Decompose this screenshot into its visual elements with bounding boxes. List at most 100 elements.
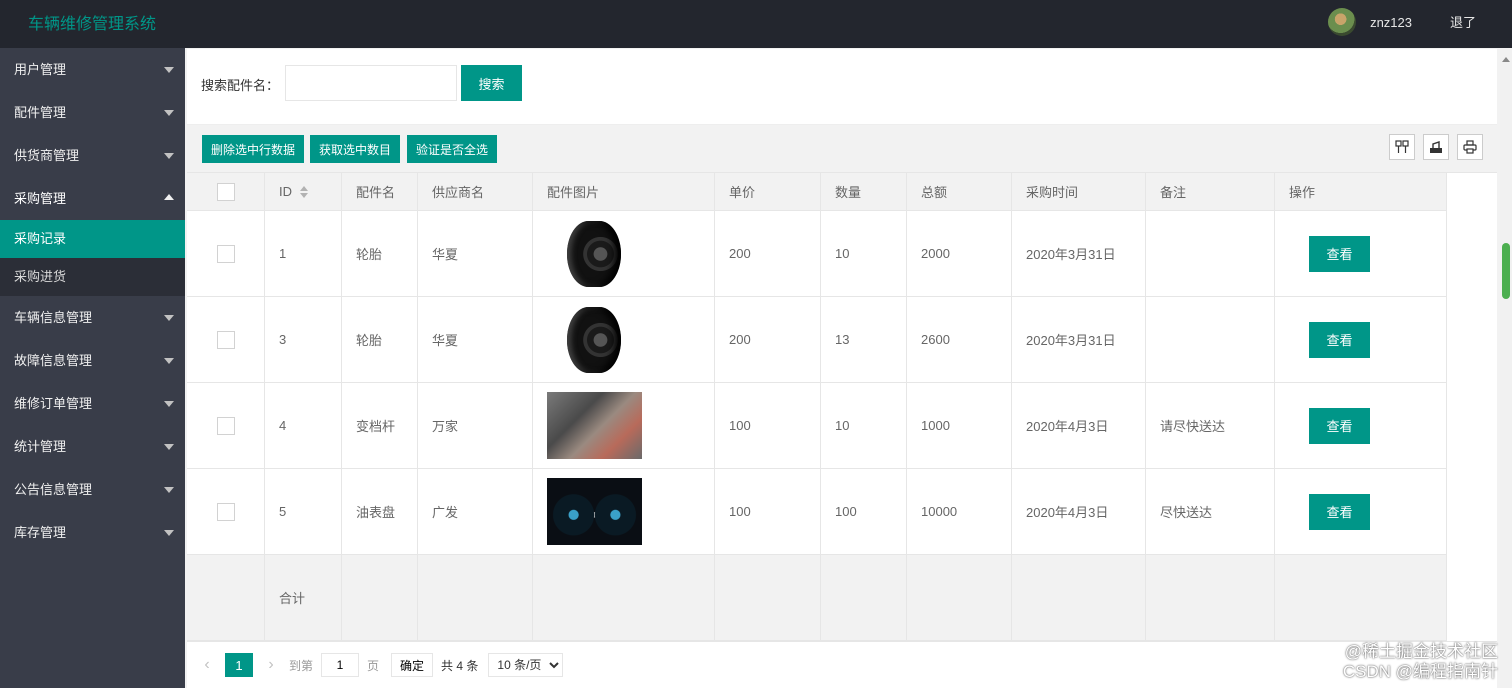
goto-confirm-button[interactable]: 确定 xyxy=(391,653,434,677)
row-checkbox[interactable] xyxy=(217,416,235,435)
main-content: 搜索配件名： 搜索 删除选中行数据 获取选中数目 验证是否全选 ID 配件名 供… xyxy=(187,49,1497,688)
cell-unit-price: 100 xyxy=(715,383,821,468)
tire-image xyxy=(567,220,621,287)
table-row: 5 油表盘 广发 100 100 10000 2020年4月3日 尽快送达 查看 xyxy=(187,469,1447,555)
sidebar-item-label: 故障信息管理 xyxy=(14,353,93,368)
cell-action: 查看 xyxy=(1275,469,1447,554)
sidebar-subitem-purchase-stock-in[interactable]: 采购进货 xyxy=(0,258,185,296)
row-checkbox[interactable] xyxy=(217,502,235,521)
chevron-down-icon xyxy=(164,67,174,73)
check-all-selected-button[interactable]: 验证是否全选 xyxy=(407,135,498,163)
print-icon[interactable] xyxy=(1457,134,1483,160)
row-checkbox-cell xyxy=(187,469,265,554)
cell-purchase-time: 2020年4月3日 xyxy=(1012,383,1146,468)
cell-id: 1 xyxy=(265,211,342,296)
scrollbar-thumb[interactable] xyxy=(1502,243,1510,299)
cell-quantity: 10 xyxy=(821,383,907,468)
total-empty-cell xyxy=(907,555,1012,640)
app-title[interactable]: 车辆维修管理系统 xyxy=(28,10,156,34)
cell-unit-price: 200 xyxy=(715,211,821,296)
sort-icon[interactable] xyxy=(300,185,308,198)
user-menu[interactable]: znz123 xyxy=(1328,8,1412,36)
columns-icon[interactable] xyxy=(1389,134,1415,160)
sidebar-item-label: 配件管理 xyxy=(14,105,67,120)
cell-total: 10000 xyxy=(907,469,1012,554)
sidebar-item-fault-management[interactable]: 故障信息管理 xyxy=(0,339,185,382)
sidebar-subitem-purchase-records[interactable]: 采购记录 xyxy=(0,220,185,258)
sidebar-item-notice-management[interactable]: 公告信息管理 xyxy=(0,468,185,511)
sidebar: 用户管理 配件管理 供货商管理 采购管理 采购记录 采购进货 车辆信息管理 故障… xyxy=(0,48,185,688)
delete-selected-button[interactable]: 删除选中行数据 xyxy=(202,135,305,163)
chevron-down-icon xyxy=(164,315,174,321)
cell-part-image xyxy=(533,211,715,296)
cell-part-name: 轮胎 xyxy=(342,211,418,296)
header-unit-price: 单价 xyxy=(715,173,821,210)
total-empty-cell xyxy=(533,555,715,640)
page-unit-label: 页 xyxy=(367,658,380,673)
cell-part-name: 轮胎 xyxy=(342,297,418,382)
scroll-up-icon[interactable] xyxy=(1502,57,1510,62)
cell-supplier: 万家 xyxy=(418,383,533,468)
row-checkbox[interactable] xyxy=(217,244,235,263)
cell-total: 2000 xyxy=(907,211,1012,296)
select-all-checkbox[interactable] xyxy=(217,182,235,201)
gear-shift-image xyxy=(547,392,642,459)
total-count: 共 4 条 xyxy=(441,658,479,673)
cell-purchase-time: 2020年3月31日 xyxy=(1012,211,1146,296)
pagination: ‹ 1 › 到第 页 确定 共 4 条 10 条/页 xyxy=(187,641,1497,688)
view-button[interactable]: 查看 xyxy=(1309,493,1370,530)
sidebar-item-parts-management[interactable]: 配件管理 xyxy=(0,91,185,134)
chevron-down-icon xyxy=(164,487,174,493)
sidebar-item-label: 库存管理 xyxy=(14,525,67,540)
current-page[interactable]: 1 xyxy=(225,653,253,677)
sidebar-item-vehicle-management[interactable]: 车辆信息管理 xyxy=(0,296,185,339)
sidebar-item-label: 供货商管理 xyxy=(14,148,80,163)
per-page-select[interactable]: 10 条/页 xyxy=(488,653,564,677)
get-selected-count-button[interactable]: 获取选中数目 xyxy=(310,135,401,163)
view-button[interactable]: 查看 xyxy=(1309,321,1370,358)
prev-page-icon[interactable]: ‹ xyxy=(199,656,215,674)
chevron-down-icon xyxy=(164,444,174,450)
total-empty-cell xyxy=(821,555,907,640)
watermark-line: @稀土掘金技术社区 xyxy=(1344,642,1498,661)
header-supplier-name: 供应商名 xyxy=(418,173,533,210)
total-empty-cell xyxy=(187,555,265,640)
sidebar-item-label: 统计管理 xyxy=(14,439,67,454)
table-header-row: ID 配件名 供应商名 配件图片 单价 数量 总额 采购时间 备注 操作 xyxy=(187,173,1447,211)
cell-supplier: 华夏 xyxy=(418,297,533,382)
next-page-icon[interactable]: › xyxy=(263,656,279,674)
cell-quantity: 100 xyxy=(821,469,907,554)
vertical-scrollbar[interactable] xyxy=(1500,49,1512,688)
search-input[interactable] xyxy=(285,65,457,101)
cell-action: 查看 xyxy=(1275,211,1447,296)
cell-unit-price: 200 xyxy=(715,297,821,382)
header-remark: 备注 xyxy=(1146,173,1275,210)
row-checkbox[interactable] xyxy=(217,330,235,349)
sidebar-item-supplier-management[interactable]: 供货商管理 xyxy=(0,134,185,177)
username[interactable]: znz123 xyxy=(1370,15,1412,30)
avatar[interactable] xyxy=(1328,8,1357,36)
dashboard-gauge-image xyxy=(547,478,642,545)
search-bar: 搜索配件名： 搜索 xyxy=(187,49,1497,125)
sidebar-item-purchase-management[interactable]: 采购管理 xyxy=(0,177,185,220)
sidebar-submenu-purchase: 采购记录 采购进货 xyxy=(0,220,185,296)
search-button[interactable]: 搜索 xyxy=(461,65,522,101)
chevron-down-icon xyxy=(164,153,174,159)
view-button[interactable]: 查看 xyxy=(1309,235,1370,272)
export-icon[interactable] xyxy=(1423,134,1449,160)
header-id[interactable]: ID xyxy=(265,173,342,210)
header-id-label: ID xyxy=(279,184,292,199)
sidebar-item-inventory-management[interactable]: 库存管理 xyxy=(0,511,185,554)
sidebar-item-statistics-management[interactable]: 统计管理 xyxy=(0,425,185,468)
sidebar-item-repair-order-management[interactable]: 维修订单管理 xyxy=(0,382,185,425)
sidebar-item-label: 用户管理 xyxy=(14,62,67,77)
sidebar-item-user-management[interactable]: 用户管理 xyxy=(0,48,185,91)
goto-page-input[interactable] xyxy=(321,653,360,677)
table-row: 1 轮胎 华夏 200 10 2000 2020年3月31日 查看 xyxy=(187,211,1447,297)
view-button[interactable]: 查看 xyxy=(1309,407,1370,444)
header-total: 总额 xyxy=(907,173,1012,210)
cell-id: 5 xyxy=(265,469,342,554)
cell-id: 4 xyxy=(265,383,342,468)
logout-link[interactable]: 退了 xyxy=(1450,12,1476,31)
header-part-name: 配件名 xyxy=(342,173,418,210)
